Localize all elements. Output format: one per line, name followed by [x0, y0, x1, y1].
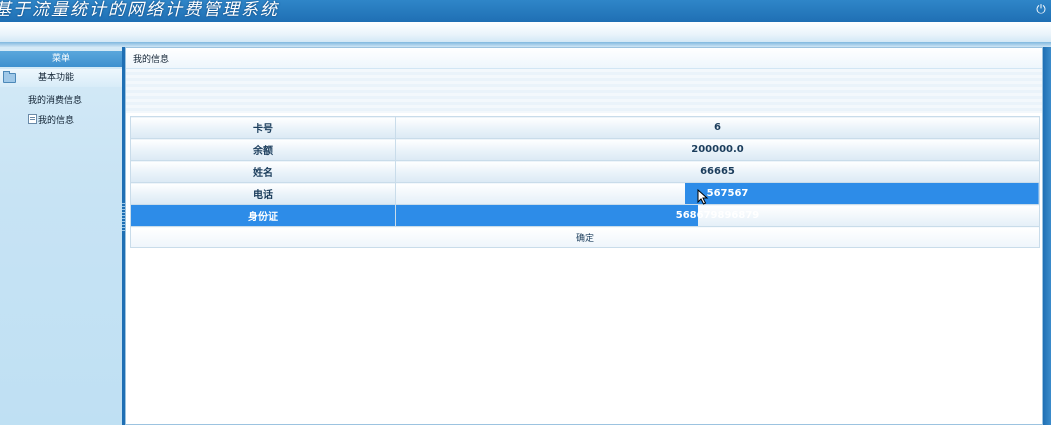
- menu-group-basic-functions[interactable]: 基本功能: [0, 69, 122, 87]
- main-title-bar: 我的信息: [126, 48, 1042, 69]
- sidebar-item-label: 我的信息: [38, 116, 75, 126]
- table-row: 姓名 66665: [130, 160, 1040, 183]
- name-value: 66665: [395, 160, 1040, 183]
- app-header: 基于流量统计的网络计费管理系统 ⏻: [0, 0, 1051, 22]
- id-card-value: 568679896879: [395, 204, 1040, 227]
- info-table: 卡号 6 余额 200000.0 姓名 66665 电话 567567 身份证 …: [130, 116, 1040, 248]
- toolbar: [0, 22, 1051, 42]
- document-icon: [28, 114, 37, 124]
- table-row: 电话 567567: [130, 182, 1040, 205]
- phone-value: 567567: [395, 182, 1040, 205]
- sidebar-item-my-consumption[interactable]: 我的消费信息: [28, 92, 122, 110]
- power-icon[interactable]: ⏻: [1035, 3, 1047, 15]
- main-banner: [126, 69, 1042, 113]
- sidebar-item-my-info[interactable]: 我的信息: [28, 112, 122, 130]
- page-title: 我的信息: [133, 55, 170, 65]
- folder-icon: [3, 71, 16, 83]
- id-card-label: 身份证: [130, 204, 396, 227]
- card-number-value: 6: [395, 116, 1040, 139]
- right-border: [1043, 47, 1051, 425]
- table-row: 卡号 6: [130, 116, 1040, 139]
- phone-label: 电话: [130, 182, 396, 205]
- app-title: 基于流量统计的网络计费管理系统: [0, 0, 279, 20]
- table-row: 余额 200000.0: [130, 138, 1040, 161]
- card-number-label: 卡号: [130, 116, 396, 139]
- table-row: 确定: [130, 226, 1040, 248]
- sidebar-header: 菜单: [0, 51, 122, 67]
- balance-value: 200000.0: [395, 138, 1040, 161]
- sidebar-item-label: 我的消费信息: [28, 96, 83, 106]
- balance-label: 余额: [130, 138, 396, 161]
- name-label: 姓名: [130, 160, 396, 183]
- table-row: 身份证 568679896879: [130, 204, 1040, 227]
- menu-group-label: 基本功能: [38, 73, 75, 83]
- sidebar: 菜单 基本功能 我的消费信息 我的信息: [0, 47, 122, 425]
- confirm-button[interactable]: 确定: [130, 226, 1040, 248]
